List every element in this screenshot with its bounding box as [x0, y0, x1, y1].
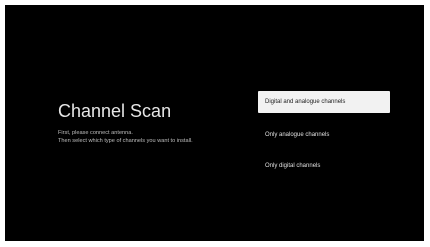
instructions-text: First, please connect antenna. Then sele…	[58, 130, 193, 145]
option-only-analogue[interactable]: Only analogue channels	[258, 124, 390, 146]
page-title: Channel Scan	[58, 101, 172, 121]
option-only-digital[interactable]: Only digital channels	[258, 155, 390, 177]
instruction-line-2: Then select which type of channels you w…	[58, 137, 193, 144]
instruction-line-1: First, please connect antenna.	[58, 130, 133, 136]
option-digital-and-analogue[interactable]: Digital and analogue channels	[258, 91, 390, 113]
tv-screen: Channel Scan First, please connect anten…	[5, 5, 424, 241]
